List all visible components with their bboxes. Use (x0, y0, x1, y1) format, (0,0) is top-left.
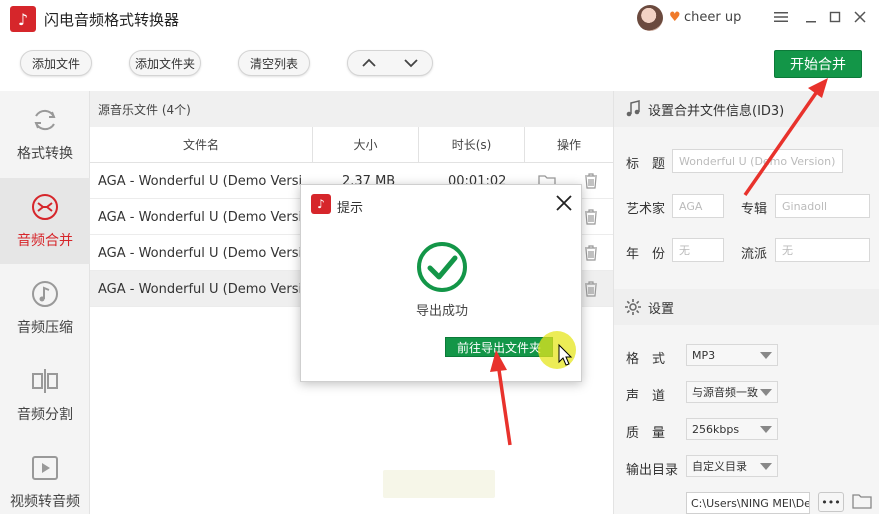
play-icon (32, 456, 58, 480)
music-note-icon (626, 100, 640, 117)
browse-button[interactable]: ••• (818, 492, 844, 512)
quality-value: 256kbps (692, 422, 740, 436)
settings-section-header: 设置 (614, 289, 879, 325)
sidebar-item-label: 视频转音频 (10, 494, 80, 510)
app-title: 闪电音频格式转换器 (44, 11, 180, 29)
music-disc-icon (32, 281, 58, 307)
format-label: 格 式 (626, 352, 666, 367)
sidebar-item-label: 音频分割 (17, 407, 73, 423)
list-header: 源音乐文件 (4个) (90, 91, 613, 127)
refresh-icon (34, 109, 56, 131)
channel-select[interactable]: 与源音频一致 (686, 381, 778, 403)
file-name: AGA - Wonderful U (Demo Versi (98, 209, 303, 225)
year-field[interactable]: 无 (672, 238, 724, 262)
file-name: AGA - Wonderful U (Demo Versi (98, 245, 303, 261)
sidebar-item-video-to-audio[interactable]: 视频转音频 (0, 439, 90, 514)
add-folder-button[interactable]: 添加文件夹 (129, 50, 201, 76)
settings-section-title: 设置 (648, 301, 675, 317)
title-bar: ♪ 闪电音频格式转换器 ♥ cheer up (0, 0, 879, 36)
dialog-title: 提示 (337, 201, 364, 216)
clear-list-button[interactable]: 清空列表 (238, 50, 310, 76)
user-name[interactable]: cheer up (684, 10, 741, 25)
channel-label: 声 道 (626, 389, 666, 404)
chevron-down-icon (760, 426, 772, 433)
quality-label: 质 量 (626, 426, 666, 441)
close-icon[interactable] (555, 194, 573, 212)
channel-value: 与源音频一致 (692, 386, 758, 399)
maximize-icon[interactable] (826, 8, 844, 26)
sidebar-item-audio-compress[interactable]: 音频压缩 (0, 265, 90, 351)
format-value: MP3 (692, 348, 716, 362)
move-up-button[interactable] (348, 51, 390, 75)
artist-field[interactable]: AGA (672, 194, 724, 218)
sidebar: 格式转换 音频合并 音频压缩 音频分割 视频转音频 (0, 91, 90, 514)
trash-icon[interactable] (582, 172, 600, 190)
reorder-buttons (347, 50, 433, 76)
user-avatar[interactable] (637, 5, 663, 31)
open-folder-icon[interactable] (852, 492, 872, 510)
gear-icon (625, 299, 641, 315)
sidebar-item-format-convert[interactable]: 格式转换 (0, 91, 90, 177)
sidebar-item-label: 音频合并 (17, 233, 73, 249)
title-label: 标 题 (626, 157, 666, 172)
quality-select[interactable]: 256kbps (686, 418, 778, 440)
id3-section-header: 设置合并文件信息(ID3) (614, 91, 879, 127)
album-field[interactable]: Ginadoll (775, 194, 870, 218)
album-label: 专辑 (741, 202, 768, 217)
cursor-highlight (538, 331, 576, 369)
chevron-down-icon (760, 352, 772, 359)
chevron-down-icon (760, 389, 772, 396)
format-select[interactable]: MP3 (686, 344, 778, 366)
trash-icon[interactable] (582, 280, 600, 298)
genre-field[interactable]: 无 (775, 238, 870, 262)
output-dir-select[interactable]: 自定义目录 (686, 455, 778, 477)
merge-icon (32, 194, 58, 220)
column-header-actions: 操作 (525, 127, 613, 163)
toolbar: 添加文件 添加文件夹 清空列表 开始合并 (0, 36, 879, 91)
chevron-up-icon (362, 58, 376, 67)
app-logo-icon: ♪ (311, 194, 331, 214)
move-down-button[interactable] (390, 51, 432, 75)
file-name: AGA - Wonderful U (Demo Versi (98, 281, 303, 297)
vip-heart-icon: ♥ (669, 10, 681, 25)
trash-icon[interactable] (582, 244, 600, 262)
year-label: 年 份 (626, 247, 666, 262)
id3-section-title: 设置合并文件信息(ID3) (648, 103, 785, 119)
chevron-down-icon (760, 463, 772, 470)
open-export-folder-button[interactable]: 前往导出文件夹 (445, 337, 553, 357)
file-name: AGA - Wonderful U (Demo Versi (98, 173, 303, 189)
sidebar-item-label: 格式转换 (17, 146, 73, 162)
app-logo-icon: ♪ (10, 6, 36, 32)
trash-icon[interactable] (582, 208, 600, 226)
merge-ghost-button (383, 470, 495, 498)
minimize-icon[interactable] (802, 8, 820, 26)
sidebar-item-audio-merge[interactable]: 音频合并 (0, 178, 90, 264)
column-header-filename[interactable]: 文件名 (90, 127, 313, 163)
sidebar-item-label: 音频压缩 (17, 320, 73, 336)
output-dir-label: 输出目录 (626, 463, 679, 478)
start-merge-button[interactable]: 开始合并 (774, 50, 862, 78)
artist-label: 艺术家 (626, 202, 666, 217)
column-header-duration[interactable]: 时长(s) (419, 127, 525, 163)
output-dir-value: 自定义目录 (692, 460, 747, 473)
column-header-size[interactable]: 大小 (313, 127, 419, 163)
split-icon (32, 369, 58, 393)
title-field[interactable]: Wonderful U (Demo Version) (672, 149, 843, 173)
genre-label: 流派 (741, 247, 768, 262)
close-icon[interactable] (851, 8, 869, 26)
chevron-down-icon (404, 59, 418, 68)
dialog-message: 导出成功 (415, 304, 468, 319)
add-file-button[interactable]: 添加文件 (20, 50, 92, 76)
menu-icon[interactable] (772, 8, 790, 26)
output-path-input[interactable]: C:\Users\NING MEI\De (686, 492, 810, 514)
settings-panel: 设置合并文件信息(ID3) 标 题 Wonderful U (Demo Vers… (613, 91, 879, 514)
success-check-icon (417, 242, 467, 292)
sidebar-item-audio-split[interactable]: 音频分割 (0, 352, 90, 438)
